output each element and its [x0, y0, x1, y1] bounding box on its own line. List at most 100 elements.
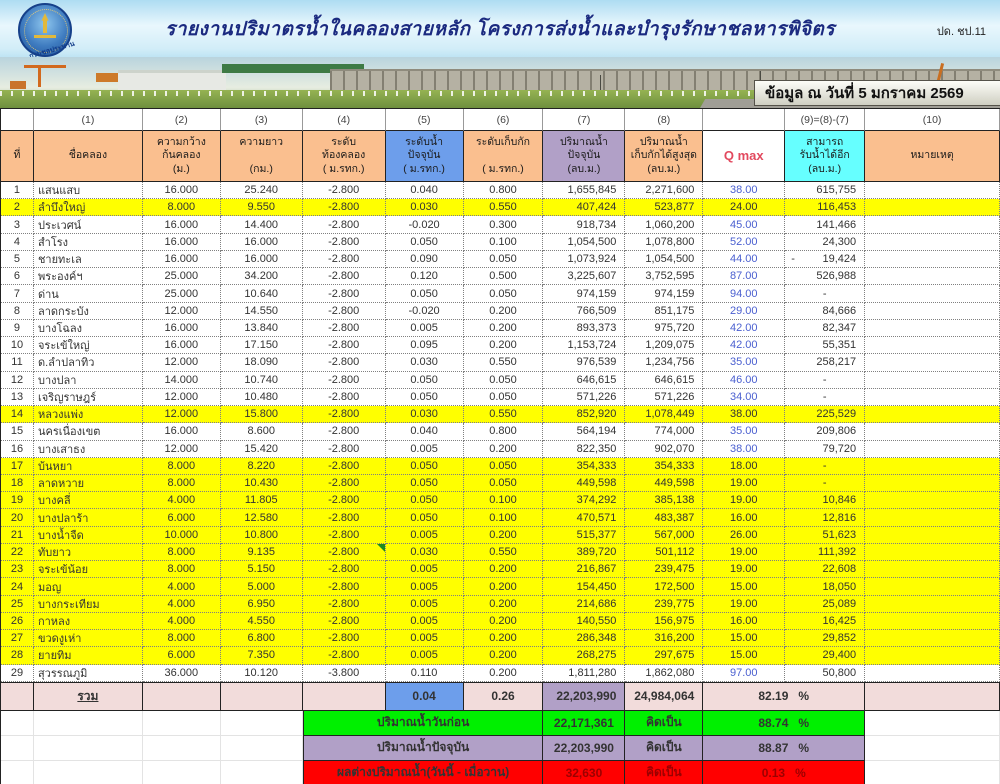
cell[interactable]: 0.005 [386, 441, 464, 458]
cell[interactable]: 18,050 [785, 578, 865, 595]
cell[interactable]: - [785, 458, 865, 475]
cell[interactable]: 8 [1, 303, 34, 320]
cell[interactable]: 12.580 [221, 509, 303, 526]
cell[interactable]: 16.00 [703, 613, 785, 630]
cell[interactable]: 0.050 [386, 389, 464, 406]
column-header[interactable]: ชื่อคลอง [34, 131, 143, 182]
cell[interactable]: 0.050 [464, 285, 544, 302]
cell[interactable]: 19.00 [703, 475, 785, 492]
cell[interactable]: 17.150 [221, 337, 303, 354]
cell[interactable]: 12.000 [143, 406, 221, 423]
cell[interactable]: 16 [1, 441, 34, 458]
cell[interactable]: 8.000 [143, 544, 221, 561]
cell[interactable]: 8.600 [221, 423, 303, 440]
cell[interactable]: บางปลาร้า [34, 509, 143, 526]
cell[interactable]: ลำบึงใหญ่ [34, 199, 143, 216]
cell[interactable] [865, 234, 1000, 251]
cell[interactable]: 646,615 [625, 372, 703, 389]
cell[interactable]: 0.050 [464, 372, 544, 389]
cell[interactable]: 15.00 [703, 630, 785, 647]
cell[interactable]: 0.200 [464, 613, 544, 630]
cell[interactable]: 23 [1, 561, 34, 578]
cell[interactable]: -2.800 [303, 337, 386, 354]
cell[interactable]: 15.800 [221, 406, 303, 423]
cell[interactable]: 0.200 [464, 337, 544, 354]
cell[interactable]: 4 [1, 234, 34, 251]
cell[interactable]: 4.550 [221, 613, 303, 630]
column-header[interactable]: ความกว้าง ก้นคลอง (ม.) [143, 131, 221, 182]
cell[interactable] [865, 441, 1000, 458]
cell[interactable]: 14.000 [143, 372, 221, 389]
cell[interactable]: 24.00 [703, 199, 785, 216]
cell[interactable]: -2.800 [303, 216, 386, 233]
cell[interactable]: 18.090 [221, 354, 303, 371]
cell[interactable]: 975,720 [625, 320, 703, 337]
cell[interactable]: 4.000 [143, 492, 221, 509]
cell[interactable]: 26.00 [703, 527, 785, 544]
column-header[interactable]: ปริมาณน้ำ ปัจจุบัน (ลบ.ม.) [543, 131, 625, 182]
cell[interactable]: 19.00 [703, 561, 785, 578]
cell[interactable]: -19,424 [785, 251, 865, 268]
cell[interactable]: 0.005 [386, 630, 464, 647]
cell[interactable]: 19.00 [703, 492, 785, 509]
cell[interactable]: 10.120 [221, 665, 303, 682]
cell[interactable] [865, 337, 1000, 354]
cell[interactable]: 0.200 [464, 596, 544, 613]
cell[interactable]: 470,571 [543, 509, 625, 526]
column-header[interactable]: ที่ [1, 131, 34, 182]
cell[interactable]: บางน้ำจืด [34, 527, 143, 544]
cell[interactable]: 9 [1, 320, 34, 337]
cell[interactable]: 8.000 [143, 199, 221, 216]
cell[interactable]: 918,734 [543, 216, 625, 233]
cell[interactable]: 11 [1, 354, 34, 371]
cell[interactable]: 19.00 [703, 544, 785, 561]
cell[interactable]: -2.800 [303, 561, 386, 578]
cell[interactable]: 4.000 [143, 596, 221, 613]
cell[interactable]: 8.000 [143, 458, 221, 475]
cell[interactable]: 1,153,724 [543, 337, 625, 354]
cell[interactable]: เจริญราษฎร์ [34, 389, 143, 406]
cell[interactable]: 0.550 [464, 354, 544, 371]
cell[interactable] [865, 613, 1000, 630]
cell[interactable]: 0.110 [386, 665, 464, 682]
cell[interactable]: 774,000 [625, 423, 703, 440]
cell[interactable]: 523,877 [625, 199, 703, 216]
cell[interactable]: 385,138 [625, 492, 703, 509]
cell[interactable]: 893,373 [543, 320, 625, 337]
cell[interactable]: 141,466 [785, 216, 865, 233]
cell[interactable]: 766,509 [543, 303, 625, 320]
column-header[interactable]: ระดับ ท้องคลอง ( ม.รทก.) [303, 131, 386, 182]
cell[interactable]: 1,060,200 [625, 216, 703, 233]
cell[interactable]: 214,686 [543, 596, 625, 613]
cell[interactable]: ยายทิม [34, 647, 143, 664]
cell[interactable]: 4.000 [143, 613, 221, 630]
cell[interactable]: 0.005 [386, 613, 464, 630]
cell[interactable]: 22,608 [785, 561, 865, 578]
cell[interactable]: 29,400 [785, 647, 865, 664]
cell[interactable]: 52.00 [703, 234, 785, 251]
cell[interactable] [865, 216, 1000, 233]
cell[interactable]: 0.200 [464, 630, 544, 647]
cell[interactable]: 216,867 [543, 561, 625, 578]
cell[interactable]: 0.005 [386, 527, 464, 544]
cell[interactable]: 29 [1, 665, 34, 682]
cell[interactable]: 0.200 [464, 578, 544, 595]
cell[interactable]: 0.200 [464, 561, 544, 578]
cell[interactable]: 29,852 [785, 630, 865, 647]
cell[interactable]: บางเสาธง [34, 441, 143, 458]
cell[interactable]: 16.000 [221, 251, 303, 268]
cell[interactable] [865, 354, 1000, 371]
cell[interactable]: มอญ [34, 578, 143, 595]
column-header[interactable]: ระดับเก็บกัก ( ม.รทก.) [464, 131, 544, 182]
cell[interactable]: สำโรง [34, 234, 143, 251]
cell[interactable]: -2.800 [303, 285, 386, 302]
cell[interactable]: 0.800 [464, 423, 544, 440]
cell[interactable]: 55,351 [785, 337, 865, 354]
cell[interactable] [865, 544, 1000, 561]
cell[interactable]: 0.050 [464, 389, 544, 406]
cell[interactable]: ด่าน [34, 285, 143, 302]
cell[interactable]: -2.800 [303, 423, 386, 440]
cell[interactable]: บางปลา [34, 372, 143, 389]
cell[interactable]: 1,078,449 [625, 406, 703, 423]
cell[interactable]: 10.640 [221, 285, 303, 302]
